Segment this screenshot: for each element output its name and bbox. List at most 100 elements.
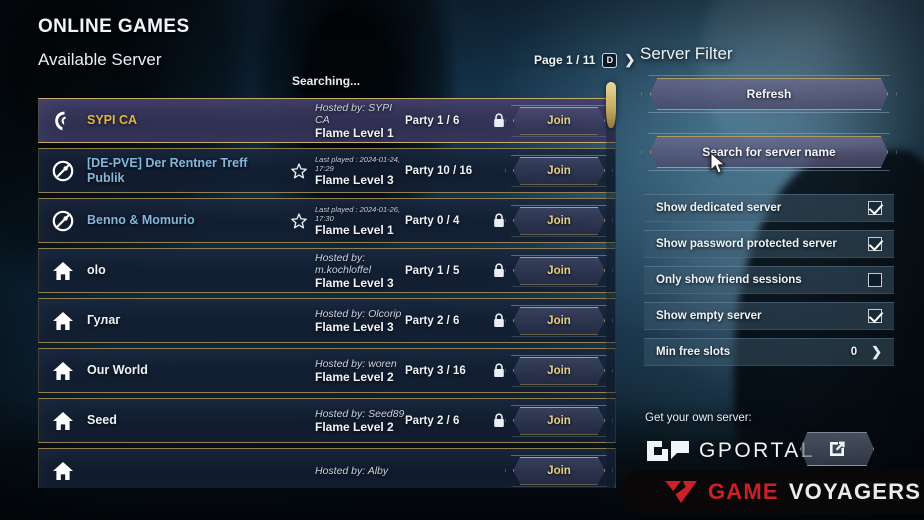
watermark-word-game: GAME xyxy=(708,479,779,504)
min-free-slots-label: Min free slots xyxy=(656,346,731,358)
server-name: Benno & Momurio xyxy=(87,213,195,228)
favorite-star[interactable] xyxy=(287,162,311,179)
server-meta: Hosted by: SYPI CA Flame Level 1 xyxy=(311,102,405,140)
filter-option-label: Show empty server xyxy=(656,310,762,322)
dedicated-server-icon xyxy=(52,160,74,181)
join-button-label: Join xyxy=(547,364,571,377)
join-button[interactable]: Join xyxy=(505,354,613,387)
lock-icon xyxy=(494,313,504,327)
join-button[interactable]: Join xyxy=(505,204,613,237)
page-indicator-label: Page 1 / 11 xyxy=(534,53,596,67)
server-password-lock xyxy=(485,213,513,228)
home-icon xyxy=(53,261,73,280)
min-free-slots-increment-icon[interactable]: ❯ xyxy=(871,344,882,360)
filter-option-row[interactable]: Only show friend sessions xyxy=(644,266,894,294)
server-type-icon xyxy=(39,310,87,332)
search-server-name-button[interactable]: Search for server name xyxy=(641,133,897,171)
server-flame-level: Flame Level 3 xyxy=(315,319,394,334)
server-list-scrollbar-track[interactable] xyxy=(606,98,616,486)
server-party-count: Party 2 / 6 xyxy=(405,414,460,427)
home-icon xyxy=(53,311,73,330)
filter-option-row[interactable]: Show empty server xyxy=(644,302,894,330)
server-name: [DE-PVE] Der Rentner Treff Publik xyxy=(87,156,248,185)
server-row[interactable]: Our World Hosted by: woren Flame Level 2 Pa… xyxy=(38,348,616,393)
server-row[interactable]: [DE-PVE] Der Rentner Treff Publik Last pl… xyxy=(38,148,616,193)
server-last-played: Last played : 2024-01-24, 17:29 xyxy=(315,154,401,173)
server-party-count: Party 2 / 6 xyxy=(405,314,460,327)
favorite-star-icon[interactable] xyxy=(291,212,307,229)
server-filter-title: Server Filter xyxy=(640,44,733,63)
gportal-external-link-button[interactable] xyxy=(800,432,874,466)
home-icon xyxy=(53,411,73,430)
server-meta: Last played : 2024-01-26, 17:30 Flame Lev… xyxy=(311,205,405,237)
gportal-wordmark: GPORTAL xyxy=(699,439,815,462)
server-row[interactable]: SYPI CA Hosted by: SYPI CA Flame Level 1 Pa… xyxy=(38,98,616,143)
server-list[interactable]: SYPI CA Hosted by: SYPI CA Flame Level 1 Pa… xyxy=(38,98,616,488)
refresh-button[interactable]: Refresh xyxy=(641,75,897,113)
join-button-label: Join xyxy=(547,464,571,477)
next-page-button[interactable]: ❯ xyxy=(624,52,635,68)
server-host: Hosted by: m.kochloffel xyxy=(315,251,372,276)
min-free-slots-stepper[interactable]: Min free slots 0 ❯ xyxy=(644,338,894,366)
page-key-hint: D xyxy=(602,52,618,68)
server-type-icon xyxy=(39,410,87,432)
favorite-star[interactable] xyxy=(287,212,311,229)
page-title: ONLINE GAMES xyxy=(38,16,190,37)
server-list-scrollbar-thumb[interactable] xyxy=(606,82,616,128)
filter-option-label: Show dedicated server xyxy=(656,202,782,214)
join-button-label: Join xyxy=(547,264,571,277)
server-host: Hosted by: Seed89 xyxy=(315,407,405,420)
server-password-lock xyxy=(485,413,513,428)
server-password-lock xyxy=(485,113,513,128)
filter-option-checkbox[interactable] xyxy=(868,273,882,287)
join-button[interactable]: Join xyxy=(505,304,613,337)
server-password-lock xyxy=(485,263,513,278)
server-row[interactable]: Гулаг Hosted by: Olcorip Flame Level 3 Part… xyxy=(38,298,616,343)
server-host: Hosted by: SYPI CA xyxy=(315,101,393,126)
join-button[interactable]: Join xyxy=(505,404,613,437)
server-party-count: Party 10 / 16 xyxy=(405,164,473,177)
server-host: Hosted by: woren xyxy=(315,357,397,370)
server-meta: Hosted by: m.kochloffel Flame Level 3 xyxy=(311,252,405,290)
pagination: Page 1 / 11 D ❯ xyxy=(534,52,635,68)
server-row[interactable]: Seed Hosted by: Seed89 Flame Level 2 Party … xyxy=(38,398,616,443)
page-header: ONLINE GAMES Available Server xyxy=(38,16,190,70)
watermark-word-voyagers: VOYAGERS xyxy=(788,479,922,504)
server-host: Hosted by: Alby xyxy=(315,464,389,477)
join-button[interactable]: Join xyxy=(505,154,613,187)
server-name: Our World xyxy=(87,363,148,378)
server-password-lock xyxy=(485,313,513,328)
home-icon xyxy=(53,461,73,480)
lock-icon xyxy=(494,413,504,427)
server-host: Hosted by: Olcorip xyxy=(315,307,402,320)
server-meta: Hosted by: woren Flame Level 2 xyxy=(311,358,405,384)
home-icon xyxy=(53,361,73,380)
join-button-label: Join xyxy=(547,164,571,177)
external-link-icon xyxy=(830,441,845,456)
filter-option-checkbox[interactable] xyxy=(868,309,882,323)
lock-icon xyxy=(494,263,504,277)
filter-option-row[interactable]: Show dedicated server xyxy=(644,194,894,222)
server-flame-level: Flame Level 2 xyxy=(315,419,394,434)
server-meta: Hosted by: Olcorip Flame Level 3 xyxy=(311,308,405,334)
join-button[interactable]: Join xyxy=(505,254,613,287)
server-flame-level: Flame Level 3 xyxy=(315,275,394,290)
server-meta: Hosted by: Alby xyxy=(311,465,405,477)
server-password-lock xyxy=(485,363,513,378)
server-row[interactable]: Benno & Momurio Last played : 2024-01-26,… xyxy=(38,198,616,243)
server-party-count: Party 1 / 5 xyxy=(405,264,460,277)
server-row[interactable]: olo Hosted by: m.kochloffel Flame Level 3P… xyxy=(38,248,616,293)
server-row[interactable]: Hosted by: Alby Join xyxy=(38,448,616,488)
filter-option-row[interactable]: Show password protected server xyxy=(644,230,894,258)
server-name: Seed xyxy=(87,413,117,428)
join-button[interactable]: Join xyxy=(505,104,613,137)
favorite-star-icon[interactable] xyxy=(291,162,307,179)
dedicated-server-icon xyxy=(52,210,74,231)
filter-option-checkbox[interactable] xyxy=(868,201,882,215)
filter-option-checkbox[interactable] xyxy=(868,237,882,251)
join-button[interactable]: Join xyxy=(505,454,613,487)
searching-status: Searching... xyxy=(292,74,361,88)
server-last-played: Last played : 2024-01-26, 17:30 xyxy=(315,204,401,223)
server-meta: Last played : 2024-01-24, 17:29 Flame Lev… xyxy=(311,155,405,187)
page-subtitle: Available Server xyxy=(38,50,162,69)
